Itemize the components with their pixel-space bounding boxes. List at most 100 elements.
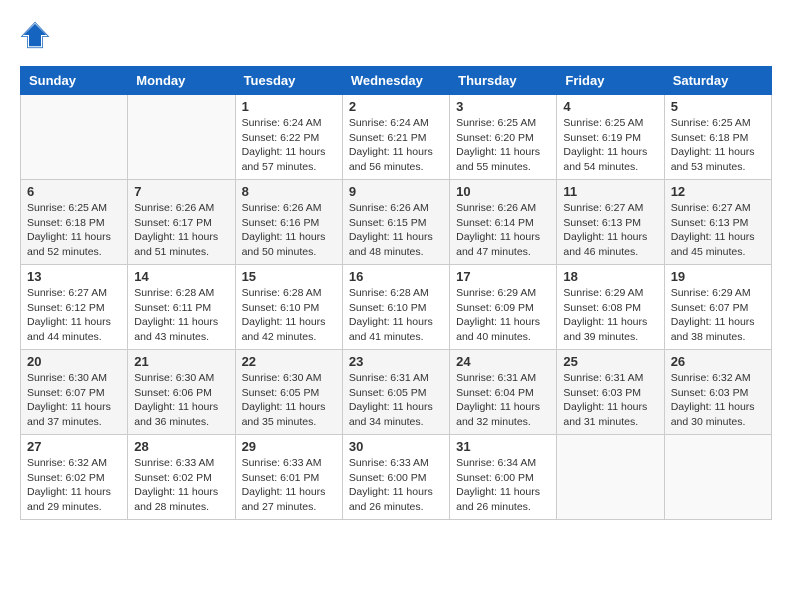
day-number: 9 bbox=[349, 184, 443, 199]
calendar-cell: 31 Sunrise: 6:34 AM Sunset: 6:00 PM Dayli… bbox=[450, 435, 557, 520]
day-info: Sunrise: 6:33 AM Sunset: 6:00 PM Dayligh… bbox=[349, 456, 443, 515]
day-number: 31 bbox=[456, 439, 550, 454]
page-header bbox=[20, 20, 772, 50]
day-info: Sunrise: 6:31 AM Sunset: 6:04 PM Dayligh… bbox=[456, 371, 550, 430]
day-number: 8 bbox=[242, 184, 336, 199]
calendar-cell: 1 Sunrise: 6:24 AM Sunset: 6:22 PM Daylig… bbox=[235, 95, 342, 180]
calendar-cell: 23Sunrise: 6:31 AM Sunset: 6:05 PM Dayli… bbox=[342, 350, 449, 435]
day-number: 24 bbox=[456, 354, 550, 369]
day-number: 12 bbox=[671, 184, 765, 199]
calendar-cell: 4 Sunrise: 6:25 AM Sunset: 6:19 PM Daylig… bbox=[557, 95, 664, 180]
calendar-cell: 6 Sunrise: 6:25 AM Sunset: 6:18 PM Daylig… bbox=[21, 180, 128, 265]
day-info: Sunrise: 6:26 AM Sunset: 6:14 PM Dayligh… bbox=[456, 201, 550, 260]
calendar-cell: 25 Sunrise: 6:31 AM Sunset: 6:03 PM Dayli… bbox=[557, 350, 664, 435]
calendar-cell: 19 Sunrise: 6:29 AM Sunset: 6:07 PM Dayli… bbox=[664, 265, 771, 350]
day-number: 28 bbox=[134, 439, 228, 454]
day-number: 18 bbox=[563, 269, 657, 284]
day-info: Sunrise: 6:26 AM Sunset: 6:15 PM Dayligh… bbox=[349, 201, 443, 260]
calendar-cell: 28 Sunrise: 6:33 AM Sunset: 6:02 PM Dayli… bbox=[128, 435, 235, 520]
logo bbox=[20, 20, 54, 50]
calendar-cell: 16 Sunrise: 6:28 AM Sunset: 6:10 PM Dayli… bbox=[342, 265, 449, 350]
day-info: Sunrise: 6:29 AM Sunset: 6:09 PM Dayligh… bbox=[456, 286, 550, 345]
day-number: 1 bbox=[242, 99, 336, 114]
day-number: 2 bbox=[349, 99, 443, 114]
day-number: 25 bbox=[563, 354, 657, 369]
calendar-cell bbox=[664, 435, 771, 520]
calendar-week-5: 27 Sunrise: 6:32 AM Sunset: 6:02 PM Dayli… bbox=[21, 435, 772, 520]
calendar-week-4: 20Sunrise: 6:30 AM Sunset: 6:07 PM Dayli… bbox=[21, 350, 772, 435]
day-number: 21 bbox=[134, 354, 228, 369]
day-number: 14 bbox=[134, 269, 228, 284]
day-number: 10 bbox=[456, 184, 550, 199]
day-number: 22 bbox=[242, 354, 336, 369]
day-info: Sunrise: 6:29 AM Sunset: 6:08 PM Dayligh… bbox=[563, 286, 657, 345]
calendar-cell bbox=[21, 95, 128, 180]
calendar-cell: 11 Sunrise: 6:27 AM Sunset: 6:13 PM Dayli… bbox=[557, 180, 664, 265]
day-info: Sunrise: 6:24 AM Sunset: 6:22 PM Dayligh… bbox=[242, 116, 336, 175]
day-number: 15 bbox=[242, 269, 336, 284]
calendar-cell: 8Sunrise: 6:26 AM Sunset: 6:16 PM Daylig… bbox=[235, 180, 342, 265]
calendar-cell: 10 Sunrise: 6:26 AM Sunset: 6:14 PM Dayli… bbox=[450, 180, 557, 265]
calendar-cell: 24 Sunrise: 6:31 AM Sunset: 6:04 PM Dayli… bbox=[450, 350, 557, 435]
day-info: Sunrise: 6:33 AM Sunset: 6:02 PM Dayligh… bbox=[134, 456, 228, 515]
day-number: 13 bbox=[27, 269, 121, 284]
day-number: 3 bbox=[456, 99, 550, 114]
day-info: Sunrise: 6:25 AM Sunset: 6:20 PM Dayligh… bbox=[456, 116, 550, 175]
day-header-saturday: Saturday bbox=[664, 67, 771, 95]
calendar-week-1: 1 Sunrise: 6:24 AM Sunset: 6:22 PM Daylig… bbox=[21, 95, 772, 180]
day-info: Sunrise: 6:26 AM Sunset: 6:17 PM Dayligh… bbox=[134, 201, 228, 260]
calendar-cell: 7 Sunrise: 6:26 AM Sunset: 6:17 PM Daylig… bbox=[128, 180, 235, 265]
day-info: Sunrise: 6:34 AM Sunset: 6:00 PM Dayligh… bbox=[456, 456, 550, 515]
day-info: Sunrise: 6:29 AM Sunset: 6:07 PM Dayligh… bbox=[671, 286, 765, 345]
calendar-cell: 26Sunrise: 6:32 AM Sunset: 6:03 PM Dayli… bbox=[664, 350, 771, 435]
day-info: Sunrise: 6:28 AM Sunset: 6:11 PM Dayligh… bbox=[134, 286, 228, 345]
calendar-cell: 20Sunrise: 6:30 AM Sunset: 6:07 PM Dayli… bbox=[21, 350, 128, 435]
calendar-cell: 21 Sunrise: 6:30 AM Sunset: 6:06 PM Dayli… bbox=[128, 350, 235, 435]
day-info: Sunrise: 6:27 AM Sunset: 6:13 PM Dayligh… bbox=[563, 201, 657, 260]
day-number: 7 bbox=[134, 184, 228, 199]
calendar-cell: 2 Sunrise: 6:24 AM Sunset: 6:21 PM Daylig… bbox=[342, 95, 449, 180]
day-info: Sunrise: 6:27 AM Sunset: 6:12 PM Dayligh… bbox=[27, 286, 121, 345]
day-info: Sunrise: 6:31 AM Sunset: 6:03 PM Dayligh… bbox=[563, 371, 657, 430]
day-header-monday: Monday bbox=[128, 67, 235, 95]
day-number: 27 bbox=[27, 439, 121, 454]
calendar-cell: 17 Sunrise: 6:29 AM Sunset: 6:09 PM Dayli… bbox=[450, 265, 557, 350]
day-number: 17 bbox=[456, 269, 550, 284]
day-info: Sunrise: 6:25 AM Sunset: 6:18 PM Dayligh… bbox=[671, 116, 765, 175]
day-info: Sunrise: 6:25 AM Sunset: 6:18 PM Dayligh… bbox=[27, 201, 121, 260]
day-header-tuesday: Tuesday bbox=[235, 67, 342, 95]
calendar-cell: 12 Sunrise: 6:27 AM Sunset: 6:13 PM Dayli… bbox=[664, 180, 771, 265]
calendar-week-3: 13 Sunrise: 6:27 AM Sunset: 6:12 PM Dayli… bbox=[21, 265, 772, 350]
calendar-cell bbox=[557, 435, 664, 520]
day-number: 20 bbox=[27, 354, 121, 369]
day-number: 29 bbox=[242, 439, 336, 454]
day-number: 11 bbox=[563, 184, 657, 199]
day-info: Sunrise: 6:28 AM Sunset: 6:10 PM Dayligh… bbox=[242, 286, 336, 345]
day-info: Sunrise: 6:24 AM Sunset: 6:21 PM Dayligh… bbox=[349, 116, 443, 175]
day-number: 4 bbox=[563, 99, 657, 114]
logo-icon bbox=[20, 20, 50, 50]
day-header-wednesday: Wednesday bbox=[342, 67, 449, 95]
day-number: 6 bbox=[27, 184, 121, 199]
calendar-week-2: 6 Sunrise: 6:25 AM Sunset: 6:18 PM Daylig… bbox=[21, 180, 772, 265]
calendar-cell: 27 Sunrise: 6:32 AM Sunset: 6:02 PM Dayli… bbox=[21, 435, 128, 520]
day-number: 23 bbox=[349, 354, 443, 369]
day-info: Sunrise: 6:30 AM Sunset: 6:06 PM Dayligh… bbox=[134, 371, 228, 430]
calendar-cell: 9 Sunrise: 6:26 AM Sunset: 6:15 PM Daylig… bbox=[342, 180, 449, 265]
day-info: Sunrise: 6:28 AM Sunset: 6:10 PM Dayligh… bbox=[349, 286, 443, 345]
day-header-sunday: Sunday bbox=[21, 67, 128, 95]
day-info: Sunrise: 6:27 AM Sunset: 6:13 PM Dayligh… bbox=[671, 201, 765, 260]
day-header-thursday: Thursday bbox=[450, 67, 557, 95]
calendar-table: SundayMondayTuesdayWednesdayThursdayFrid… bbox=[20, 66, 772, 520]
day-info: Sunrise: 6:25 AM Sunset: 6:19 PM Dayligh… bbox=[563, 116, 657, 175]
calendar-cell: 29Sunrise: 6:33 AM Sunset: 6:01 PM Dayli… bbox=[235, 435, 342, 520]
day-number: 19 bbox=[671, 269, 765, 284]
day-number: 16 bbox=[349, 269, 443, 284]
calendar-cell: 30Sunrise: 6:33 AM Sunset: 6:00 PM Dayli… bbox=[342, 435, 449, 520]
day-info: Sunrise: 6:32 AM Sunset: 6:02 PM Dayligh… bbox=[27, 456, 121, 515]
calendar-cell: 13 Sunrise: 6:27 AM Sunset: 6:12 PM Dayli… bbox=[21, 265, 128, 350]
calendar-cell: 5Sunrise: 6:25 AM Sunset: 6:18 PM Daylig… bbox=[664, 95, 771, 180]
calendar-cell: 18 Sunrise: 6:29 AM Sunset: 6:08 PM Dayli… bbox=[557, 265, 664, 350]
day-info: Sunrise: 6:30 AM Sunset: 6:05 PM Dayligh… bbox=[242, 371, 336, 430]
calendar-header-row: SundayMondayTuesdayWednesdayThursdayFrid… bbox=[21, 67, 772, 95]
